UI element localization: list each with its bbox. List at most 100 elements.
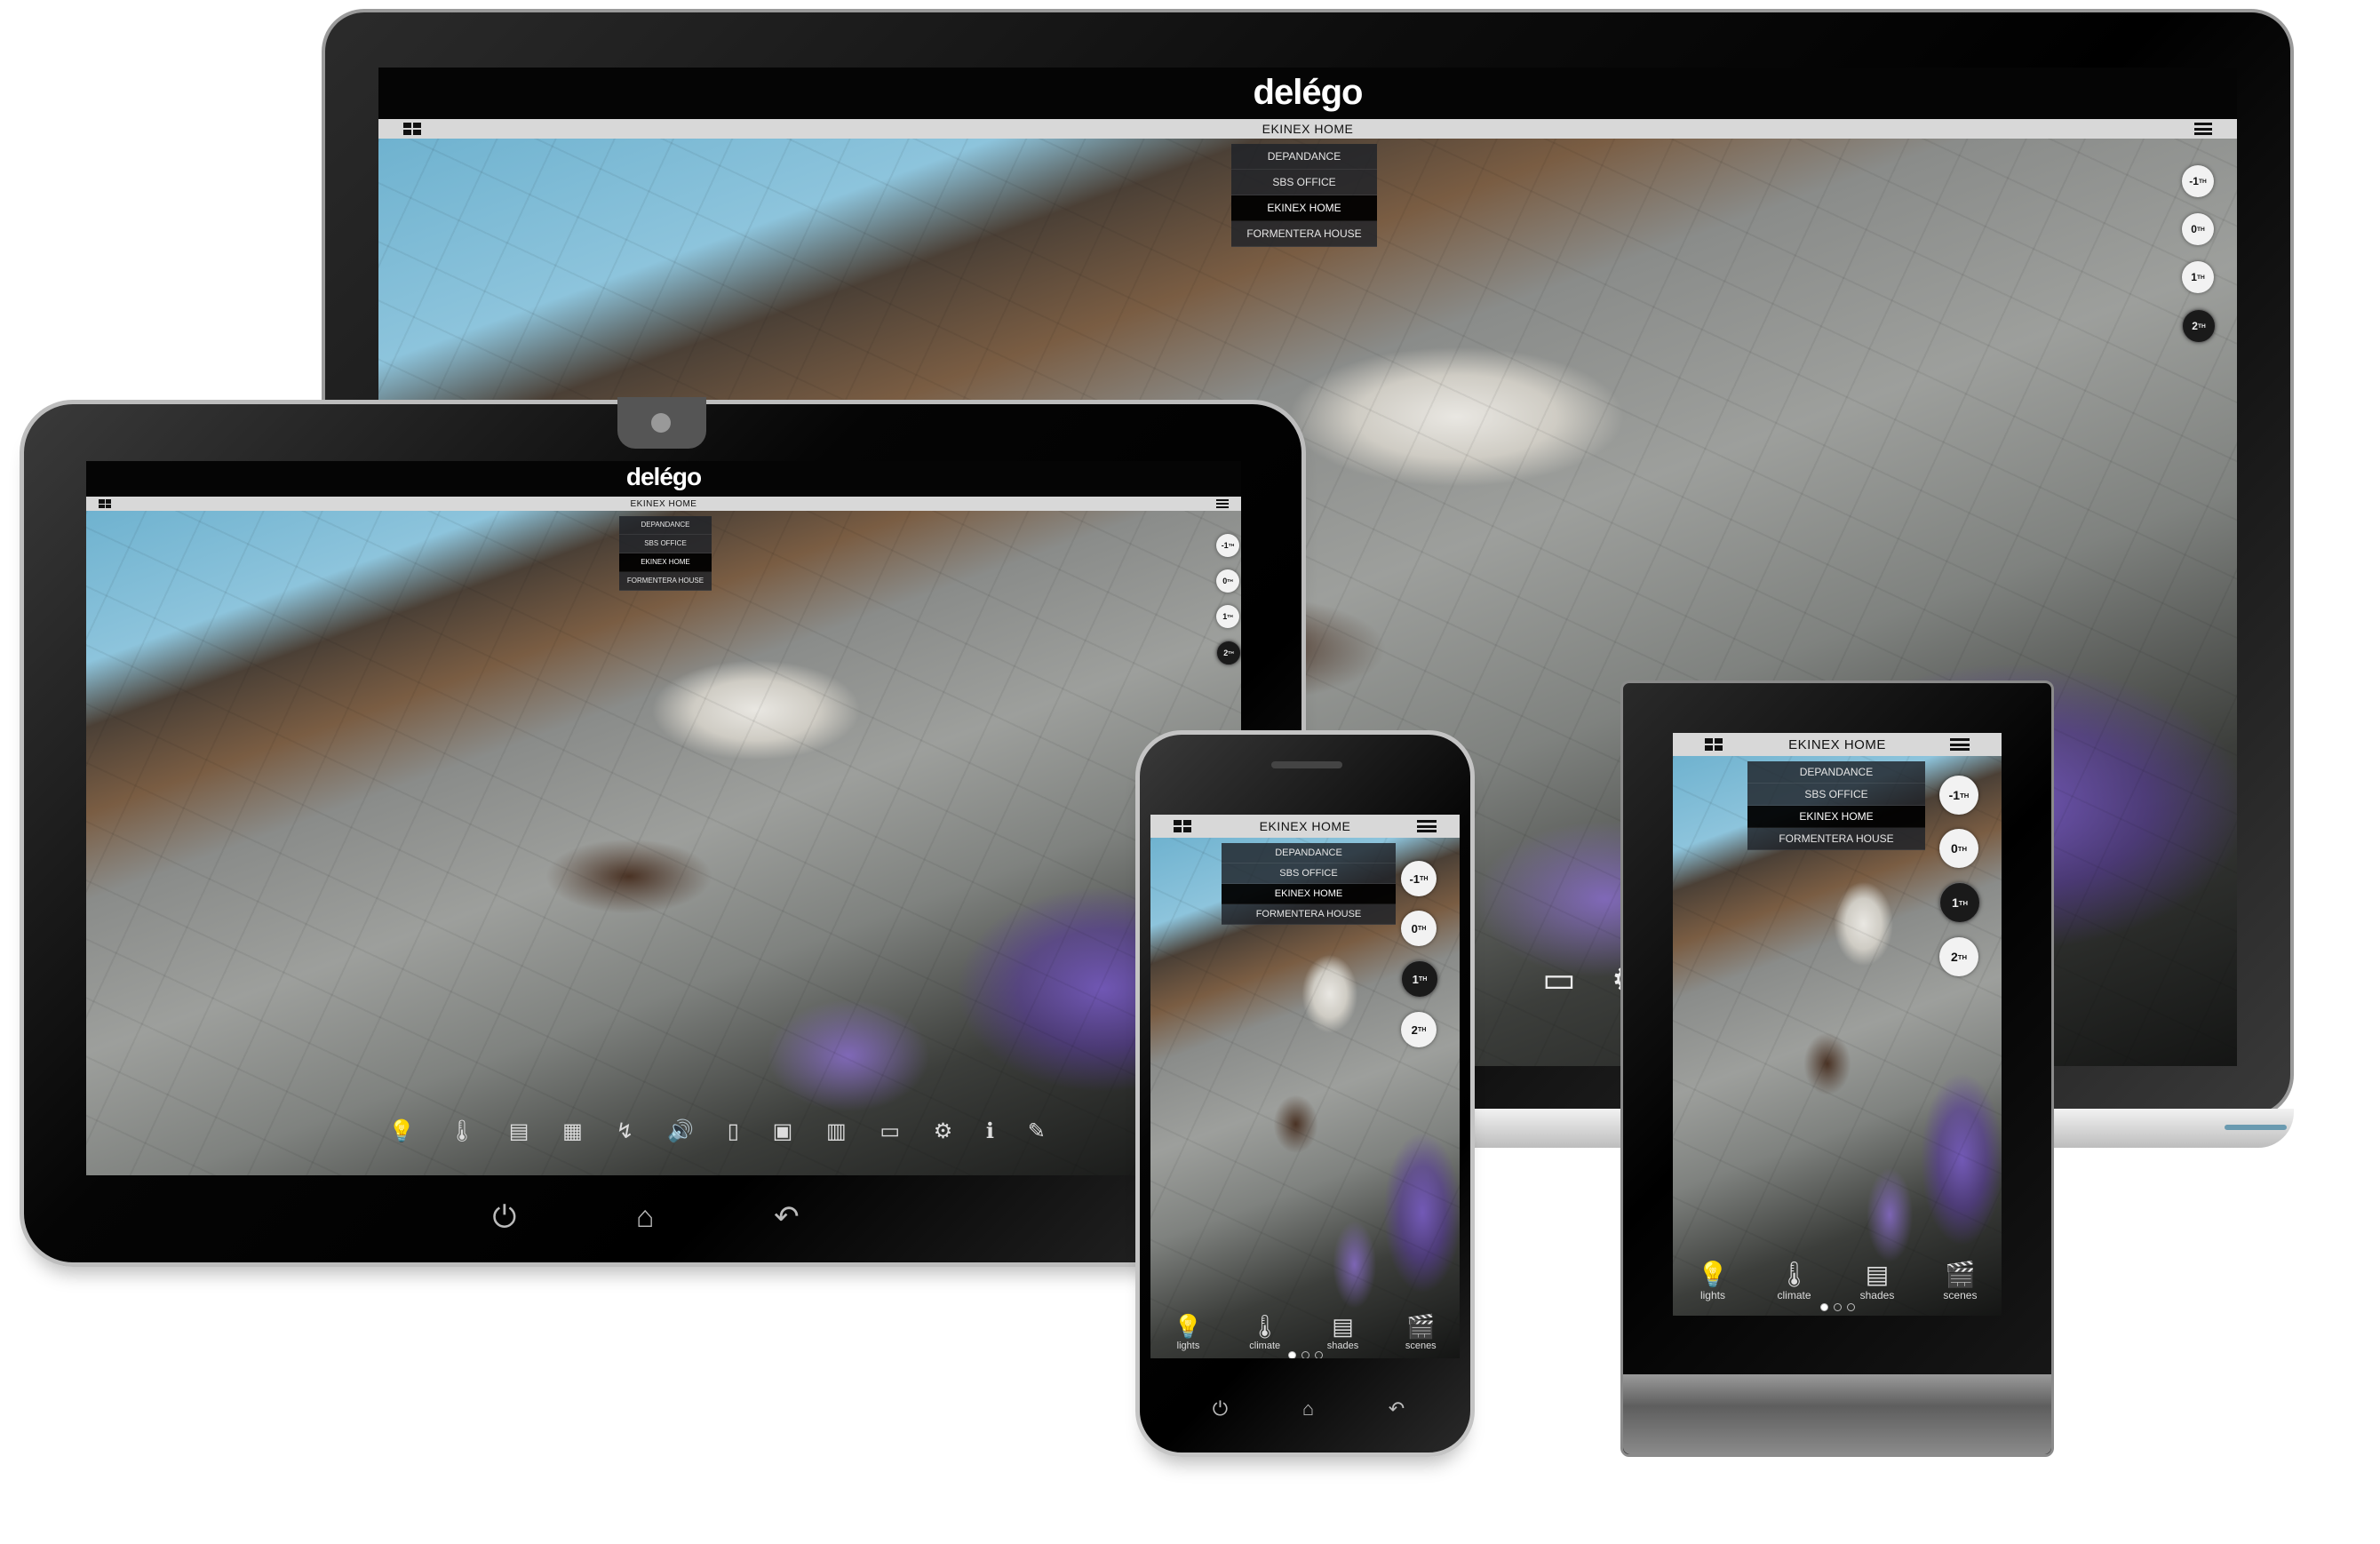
- site-selector[interactable]: DEPANDANCE SBS OFFICE EKINEX HOME FORMEN…: [1222, 843, 1396, 925]
- settings-gear-icon[interactable]: ⚙: [934, 1118, 953, 1144]
- rooms-grid-icon[interactable]: [1705, 738, 1723, 751]
- laptop-led: [2225, 1125, 2287, 1130]
- site-option[interactable]: SBS OFFICE: [1747, 784, 1925, 806]
- floor-button[interactable]: -1 TH: [2182, 165, 2214, 197]
- site-option-selected[interactable]: EKINEX HOME: [1747, 806, 1925, 828]
- shades-icon: ▤: [1865, 1261, 1890, 1288]
- site-option[interactable]: FORMENTERA HOUSE: [1222, 904, 1396, 925]
- hamburger-menu-icon[interactable]: [1417, 820, 1437, 832]
- shades-icon: ▤: [1332, 1313, 1354, 1340]
- dock-item-lights[interactable]: 💡 lights: [1174, 1313, 1202, 1351]
- hamburger-menu-icon[interactable]: [1216, 499, 1229, 508]
- chart-icon[interactable]: ▥: [826, 1118, 847, 1144]
- info-icon[interactable]: ℹ: [986, 1118, 994, 1144]
- back-icon[interactable]: ↶: [774, 1199, 800, 1235]
- dock-item-shades[interactable]: ▤ shades: [1860, 1260, 1895, 1301]
- tablet-function-toolbar: 💡 🌡 ▤ ▦ ↯ 🔊 ▯ ▣ ▥ ▭ ⚙ ℹ ✎: [388, 1118, 1046, 1144]
- scenes-icon: 🎬: [1406, 1313, 1436, 1340]
- floor-button[interactable]: 0 TH: [2182, 213, 2214, 245]
- panel-function-dock: 💡 lights 🌡 climate ▤ shades 🎬 scenes: [1673, 1248, 2002, 1301]
- tools-icon[interactable]: ✎: [1028, 1118, 1046, 1144]
- floor-button-active[interactable]: 1 TH: [1401, 960, 1438, 998]
- floor-button[interactable]: 0 TH: [1216, 569, 1239, 593]
- phone-speaker: [1271, 761, 1342, 768]
- audio-icon[interactable]: 🔊: [667, 1118, 694, 1144]
- floor-button-active[interactable]: 1 TH: [1939, 882, 1980, 923]
- dock-item-scenes[interactable]: 🎬 scenes: [1405, 1313, 1437, 1351]
- bulb-icon[interactable]: 💡: [388, 1118, 415, 1144]
- site-option[interactable]: FORMENTERA HOUSE: [619, 572, 712, 591]
- floor-button[interactable]: 0 TH: [1939, 829, 1978, 868]
- site-option-selected[interactable]: EKINEX HOME: [619, 553, 712, 572]
- floor-button[interactable]: 1 TH: [2182, 261, 2214, 293]
- dock-item-scenes[interactable]: 🎬 scenes: [1943, 1260, 1977, 1301]
- door-icon[interactable]: ▯: [728, 1118, 739, 1144]
- panel-topbar: EKINEX HOME: [1673, 733, 2002, 756]
- phone-screen: EKINEX HOME DEPANDANCE SBS OFFICE EKINEX…: [1150, 815, 1460, 1358]
- site-selector[interactable]: DEPANDANCE SBS OFFICE EKINEX HOME FORMEN…: [1231, 144, 1377, 247]
- bulb-icon: 💡: [1174, 1313, 1203, 1340]
- floor-selector: -1 TH 0 TH 1 TH 2 TH: [1401, 861, 1438, 1047]
- thermometer-icon: 🌡: [1778, 1261, 1811, 1288]
- site-option[interactable]: FORMENTERA HOUSE: [1747, 828, 1925, 850]
- wall-panel-metal-frame: [1623, 1374, 2051, 1454]
- tablet-screen: delégo EKINEX HOME DEPANDANCE SBS OFFICE…: [86, 461, 1241, 1175]
- power-icon[interactable]: ⏻: [1213, 1397, 1228, 1421]
- site-option[interactable]: DEPANDANCE: [1747, 761, 1925, 784]
- rooms-grid-icon[interactable]: [1174, 820, 1191, 832]
- home-icon[interactable]: ⌂: [636, 1200, 655, 1235]
- floor-button-active[interactable]: 2 TH: [2182, 309, 2216, 343]
- site-option[interactable]: SBS OFFICE: [1222, 864, 1396, 884]
- page-indicator: [1673, 1303, 2002, 1311]
- site-option[interactable]: SBS OFFICE: [1231, 170, 1377, 195]
- scenes-icon[interactable]: ▦: [562, 1118, 583, 1144]
- floor-selector: -1 TH 0 TH 1 TH 2 TH: [1216, 534, 1241, 665]
- tablet-header: delégo: [86, 461, 1241, 497]
- floor-button[interactable]: 0 TH: [1401, 911, 1437, 946]
- site-option[interactable]: DEPANDANCE: [1231, 144, 1377, 170]
- home-title: EKINEX HOME: [1262, 122, 1354, 136]
- dock-item-climate[interactable]: 🌡 climate: [1249, 1313, 1280, 1351]
- floor-button-active[interactable]: 2 TH: [1216, 641, 1241, 665]
- home-icon[interactable]: ⌂: [1302, 1397, 1314, 1421]
- dock-item-shades[interactable]: ▤ shades: [1327, 1313, 1358, 1351]
- site-option[interactable]: SBS OFFICE: [619, 535, 712, 553]
- blind-icon[interactable]: ▭: [1542, 959, 1576, 1000]
- thermometer-icon[interactable]: 🌡: [449, 1118, 475, 1144]
- cctv-icon[interactable]: ▣: [773, 1118, 793, 1144]
- site-selector[interactable]: DEPANDANCE SBS OFFICE EKINEX HOME FORMEN…: [1747, 761, 1925, 850]
- site-option[interactable]: FORMENTERA HOUSE: [1231, 221, 1377, 247]
- hamburger-menu-icon[interactable]: [2194, 123, 2212, 135]
- brand-logo: delégo: [1253, 73, 1364, 112]
- energy-icon[interactable]: ↯: [616, 1118, 633, 1144]
- site-option[interactable]: DEPANDANCE: [619, 516, 712, 535]
- phone-android-nav: ⏻ ⌂ ↶: [1175, 1394, 1442, 1424]
- tablet-topbar: EKINEX HOME: [86, 497, 1241, 511]
- power-icon[interactable]: ⏻: [492, 1200, 516, 1235]
- back-icon[interactable]: ↶: [1389, 1397, 1405, 1421]
- shades-icon[interactable]: ▤: [509, 1118, 529, 1144]
- phone-device: EKINEX HOME DEPANDANCE SBS OFFICE EKINEX…: [1135, 730, 1475, 1457]
- dock-item-climate[interactable]: 🌡 climate: [1778, 1260, 1811, 1301]
- tablet-camera: [617, 397, 706, 449]
- blind-icon[interactable]: ▭: [880, 1118, 900, 1144]
- home-title: EKINEX HOME: [1259, 819, 1351, 833]
- tablet-device: delégo EKINEX HOME DEPANDANCE SBS OFFICE…: [20, 397, 1306, 1267]
- floor-button[interactable]: 1 TH: [1216, 605, 1239, 628]
- brand-logo: delégo: [625, 463, 702, 490]
- floor-button[interactable]: -1 TH: [1939, 776, 1978, 815]
- floor-button[interactable]: 2 TH: [1939, 937, 1978, 976]
- rooms-grid-icon[interactable]: [99, 499, 111, 508]
- rooms-grid-icon[interactable]: [403, 123, 421, 135]
- site-option-selected[interactable]: EKINEX HOME: [1231, 195, 1377, 221]
- dock-item-lights[interactable]: 💡 lights: [1698, 1260, 1729, 1301]
- site-option[interactable]: DEPANDANCE: [1222, 843, 1396, 864]
- floor-button[interactable]: -1 TH: [1216, 534, 1239, 557]
- floor-button[interactable]: 2 TH: [1401, 1012, 1437, 1047]
- floor-button[interactable]: -1 TH: [1401, 861, 1437, 896]
- hamburger-menu-icon[interactable]: [1950, 738, 1970, 751]
- site-option-selected[interactable]: EKINEX HOME: [1222, 884, 1396, 904]
- phone-function-dock: 💡 lights 🌡 climate ▤ shades 🎬 scenes: [1150, 1301, 1460, 1351]
- bulb-icon: 💡: [1697, 1261, 1729, 1288]
- site-selector[interactable]: DEPANDANCE SBS OFFICE EKINEX HOME FORMEN…: [619, 516, 712, 591]
